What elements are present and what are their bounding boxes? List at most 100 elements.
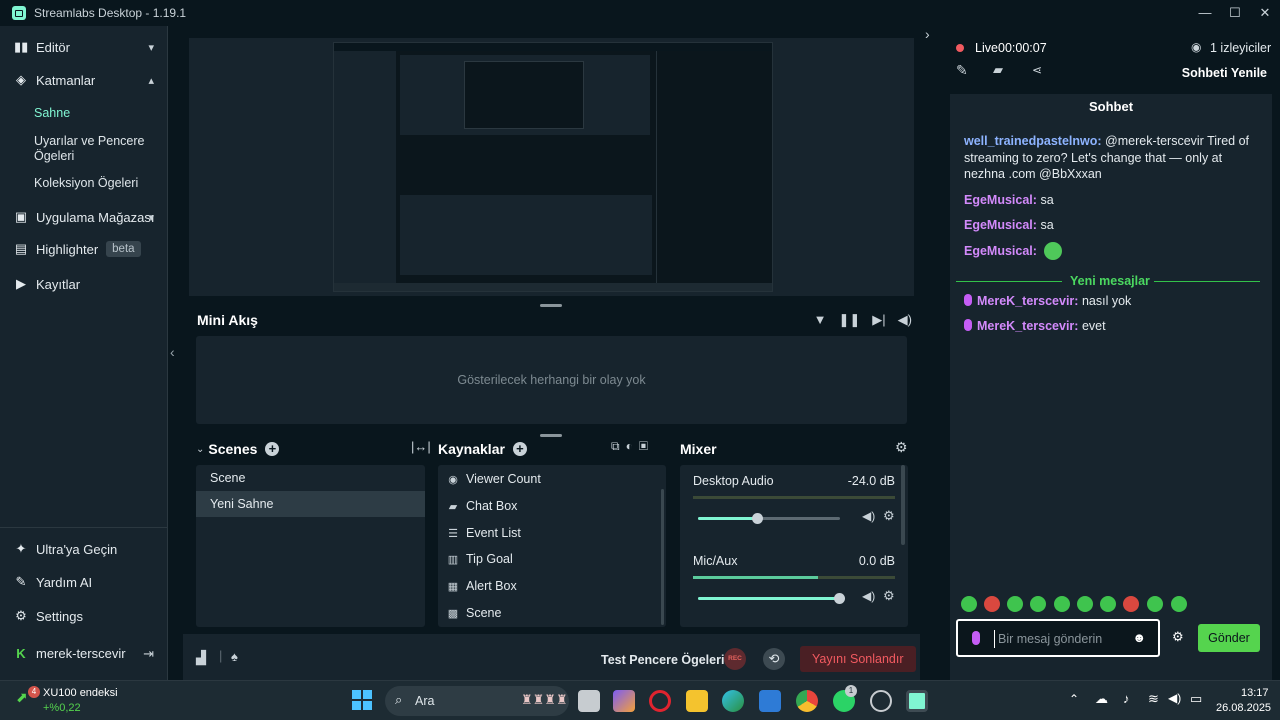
- volume-slider-knob[interactable]: [834, 593, 845, 604]
- gear-icon[interactable]: ⚙: [895, 439, 908, 456]
- sidebar-item-recordings[interactable]: ▶ Kayıtlar: [14, 276, 160, 292]
- minimize-button[interactable]: —: [1190, 0, 1220, 26]
- emoji-icon[interactable]: ☻: [1132, 630, 1146, 645]
- emote-icon[interactable]: [1077, 596, 1093, 612]
- source-item[interactable]: ▥ Tip Goal: [446, 552, 513, 566]
- file-explorer-icon[interactable]: [686, 690, 708, 712]
- filter-icon[interactable]: ▼: [814, 312, 827, 328]
- replay-buffer-icon[interactable]: ⟲: [763, 648, 785, 670]
- speaker-icon[interactable]: ◀): [862, 509, 875, 523]
- sidebar-item-app-store[interactable]: ▣ Uygulama Mağazası ▾: [14, 209, 160, 225]
- chat-username[interactable]: MereK_terscevir: [977, 294, 1074, 308]
- volume-slider[interactable]: [698, 593, 845, 604]
- sidebar-item-layers[interactable]: ◈ Katmanlar ▴: [14, 72, 160, 88]
- sidebar-item-settings[interactable]: ⚙ Settings: [14, 608, 160, 624]
- chat-input-box[interactable]: ☻: [956, 619, 1160, 657]
- skip-icon[interactable]: ▶|: [872, 312, 885, 328]
- edge-icon[interactable]: [722, 690, 744, 712]
- chat-message-input[interactable]: [998, 631, 1128, 647]
- refresh-chat-button[interactable]: Sohbeti Yenile: [1182, 66, 1267, 80]
- cloud-icon[interactable]: ☁: [1095, 691, 1108, 707]
- chat-username[interactable]: well_trainedpastelnwo: [964, 134, 1097, 148]
- scrollbar[interactable]: [901, 465, 905, 545]
- add-source-icon[interactable]: +: [512, 442, 527, 456]
- emote-icon[interactable]: [1007, 596, 1023, 612]
- resize-handle[interactable]: [540, 434, 562, 437]
- collapse-sidebar-handle[interactable]: ‹: [168, 26, 182, 680]
- opera-icon[interactable]: [649, 690, 671, 712]
- emote-icon[interactable]: [1100, 596, 1116, 612]
- record-button[interactable]: REC: [724, 648, 746, 670]
- test-widgets-button[interactable]: Test Pencere Ögeleri: [601, 653, 724, 667]
- streamlabs-taskbar-icon[interactable]: [906, 690, 928, 712]
- pause-icon[interactable]: ❚❚: [839, 312, 861, 328]
- app-icon[interactable]: [870, 690, 892, 712]
- send-button[interactable]: Gönder: [1198, 624, 1260, 652]
- emote-icon[interactable]: [1171, 596, 1187, 612]
- chat-username[interactable]: EgeMusical: [964, 193, 1033, 207]
- gear-icon[interactable]: ⚙: [1172, 629, 1184, 645]
- clock-date[interactable]: 26.08.2025: [1216, 702, 1271, 714]
- sidebar-item-user[interactable]: K merek-terscevir ⇥: [14, 646, 160, 662]
- collapse-chat-handle[interactable]: ›: [920, 26, 942, 680]
- whatsapp-icon[interactable]: 1: [833, 685, 857, 712]
- store-icon[interactable]: [759, 690, 781, 712]
- volume-icon[interactable]: ◀): [898, 312, 912, 328]
- stats-icon[interactable]: ▟: [196, 650, 206, 666]
- gear-icon[interactable]: ⚙: [883, 588, 895, 604]
- sidebar-item-help[interactable]: ✎ Yardım AI: [14, 574, 160, 590]
- chrome-icon[interactable]: [796, 690, 818, 712]
- stream-preview[interactable]: [189, 38, 914, 296]
- scrollbar[interactable]: [661, 489, 664, 625]
- close-button[interactable]: ✕: [1250, 0, 1280, 26]
- add-scene-icon[interactable]: +: [265, 442, 280, 456]
- source-item[interactable]: ▩ Scene: [446, 606, 502, 620]
- camera-icon[interactable]: ▰: [993, 62, 1003, 78]
- emote-icon[interactable]: [984, 596, 1000, 612]
- source-item[interactable]: ☰ Event List: [446, 526, 521, 540]
- emote-icon[interactable]: [1054, 596, 1070, 612]
- sidebar-subitem-scene[interactable]: Sahne: [34, 106, 70, 121]
- windows-start-icon[interactable]: [352, 690, 372, 710]
- volume-slider-knob[interactable]: [751, 513, 763, 524]
- chevron-down-icon[interactable]: ⌄: [196, 444, 204, 455]
- bell-icon[interactable]: ♠: [231, 649, 238, 664]
- mic-icon[interactable]: [972, 631, 980, 645]
- emote-icon[interactable]: [1147, 596, 1163, 612]
- chat-username[interactable]: MereK_terscevir: [977, 319, 1074, 333]
- sidebar-item-editor[interactable]: ▮▮ Editör ▾: [14, 39, 160, 55]
- sidebar-item-highlighter[interactable]: ▤ Highlighter beta: [14, 241, 160, 257]
- end-stream-button[interactable]: Yayını Sonlandır: [800, 646, 916, 672]
- source-item[interactable]: ▦ Alert Box: [446, 579, 517, 593]
- edit-icon[interactable]: ✎: [956, 62, 968, 79]
- volume-icon[interactable]: ◀): [1168, 691, 1181, 705]
- share-icon[interactable]: ⋖: [1032, 63, 1042, 77]
- clock-time[interactable]: 13:17: [1241, 687, 1269, 699]
- emote-icon[interactable]: [1030, 596, 1046, 612]
- sidebar-item-ultra[interactable]: ✦ Ultra'ya Geçin: [14, 541, 160, 557]
- taskbar-search[interactable]: ⌕ Ara ♜♜♜♜: [385, 686, 569, 716]
- scene-item[interactable]: Scene: [196, 465, 425, 491]
- stock-widget-icon[interactable]: 4 ⬈: [16, 686, 40, 709]
- sidebar-subitem-alerts[interactable]: Uyarılar ve Pencere Ögeleri: [34, 134, 154, 164]
- source-item[interactable]: ◉ Viewer Count: [446, 472, 541, 486]
- gear-icon[interactable]: ⚙: [883, 508, 895, 524]
- emote-icon[interactable]: [1123, 596, 1139, 612]
- chat-username[interactable]: EgeMusical: [964, 244, 1033, 258]
- source-item[interactable]: ▰ Chat Box: [446, 499, 518, 513]
- logout-icon[interactable]: ⇥: [143, 646, 154, 662]
- chevron-up-icon[interactable]: ⌃: [1069, 692, 1079, 706]
- volume-slider[interactable]: [698, 513, 840, 524]
- widget-title[interactable]: XU100 endeksi: [43, 687, 118, 699]
- task-view-icon[interactable]: [578, 690, 600, 712]
- maximize-button[interactable]: ☐: [1220, 0, 1250, 26]
- chat-username[interactable]: EgeMusical: [964, 218, 1033, 232]
- source-tools-icon[interactable]: ⧉◐▣: [611, 439, 654, 454]
- speaker-icon[interactable]: ◀): [862, 589, 875, 603]
- battery-icon[interactable]: ▭: [1190, 691, 1202, 707]
- emote-icon[interactable]: [961, 596, 977, 612]
- sidebar-subitem-collection[interactable]: Koleksiyon Ögeleri: [34, 176, 138, 191]
- wifi-icon[interactable]: ≋: [1148, 691, 1159, 707]
- transition-icon[interactable]: |↔|: [411, 439, 431, 454]
- copilot-icon[interactable]: [613, 690, 635, 712]
